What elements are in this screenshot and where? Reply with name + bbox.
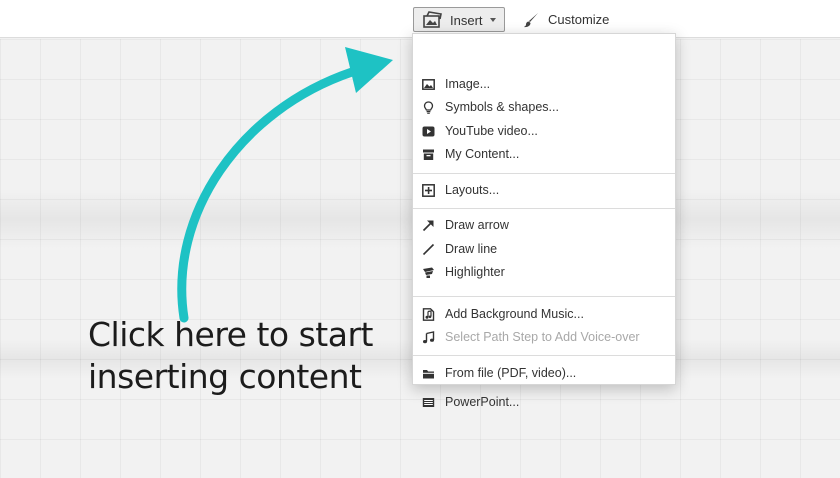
- menu-item-draw-line[interactable]: Draw line: [413, 238, 675, 260]
- menu-item-draw-arrow[interactable]: Draw arrow: [413, 214, 675, 236]
- brush-icon: [524, 12, 538, 27]
- menu-item-label: Highlighter: [445, 265, 505, 279]
- arrow-icon: [422, 220, 434, 232]
- annotation-callout: Click here to start inserting content: [88, 314, 388, 398]
- menu-item-symbols-shapes[interactable]: Symbols & shapes...: [413, 96, 675, 118]
- menu-item-label: Select Path Step to Add Voice-over: [445, 330, 640, 344]
- image-icon: [422, 79, 435, 90]
- menu-item-highlighter[interactable]: Highlighter: [413, 261, 675, 283]
- menu-divider: [413, 355, 675, 356]
- menu-item-layouts[interactable]: Layouts...: [413, 179, 675, 201]
- menu-divider: [413, 208, 675, 209]
- play-icon: [422, 126, 435, 137]
- menu-item-label: Add Background Music...: [445, 307, 584, 321]
- menu-item-label: Draw arrow: [445, 218, 509, 232]
- insert-media-icon: [423, 11, 442, 28]
- highlighter-icon: [423, 267, 434, 278]
- menu-item-image[interactable]: Image...: [413, 73, 675, 95]
- menu-item-label: YouTube video...: [445, 124, 538, 138]
- powerpoint-icon: [422, 398, 435, 407]
- chevron-down-icon: [490, 18, 496, 22]
- insert-button-label: Insert: [450, 13, 483, 28]
- menu-item-select-path-step-voice-over: Select Path Step to Add Voice-over: [413, 326, 675, 348]
- menu-item-label: Draw line: [445, 242, 498, 256]
- menu-item-label: Symbols & shapes...: [445, 100, 559, 114]
- menu-item-add-background-music[interactable]: Add Background Music...: [413, 303, 675, 325]
- menu-item-powerpoint[interactable]: PowerPoint...: [413, 391, 675, 413]
- menu-item-label: My Content...: [445, 147, 520, 161]
- customize-button-label: Customize: [548, 12, 610, 27]
- menu-divider: [413, 296, 675, 297]
- music-file-icon: [422, 308, 435, 321]
- callout-line-2: inserting content: [88, 357, 362, 396]
- menu-item-label: PowerPoint...: [445, 395, 520, 409]
- menu-item-from-file[interactable]: From file (PDF, video)...: [413, 362, 675, 384]
- menu-divider: [413, 173, 675, 174]
- menu-item-label: Image...: [445, 77, 491, 91]
- insert-dropdown-menu: Image... Symbols & shapes... YouTube vid…: [412, 33, 676, 409]
- lightbulb-icon: [423, 101, 434, 114]
- archive-icon: [423, 149, 434, 160]
- line-icon: [422, 243, 435, 256]
- callout-line-1: Click here to start: [88, 315, 373, 354]
- menu-item-label: From file (PDF, video)...: [445, 366, 577, 380]
- folder-icon: [423, 370, 434, 379]
- menu-item-label: Layouts...: [445, 183, 500, 197]
- customize-button[interactable]: Customize: [523, 7, 609, 32]
- layout-plus-icon: [422, 184, 435, 197]
- insert-button[interactable]: Insert: [413, 7, 505, 32]
- music-note-icon: [423, 331, 435, 344]
- menu-item-youtube-video[interactable]: YouTube video...: [413, 120, 675, 142]
- menu-item-my-content[interactable]: My Content...: [413, 143, 675, 165]
